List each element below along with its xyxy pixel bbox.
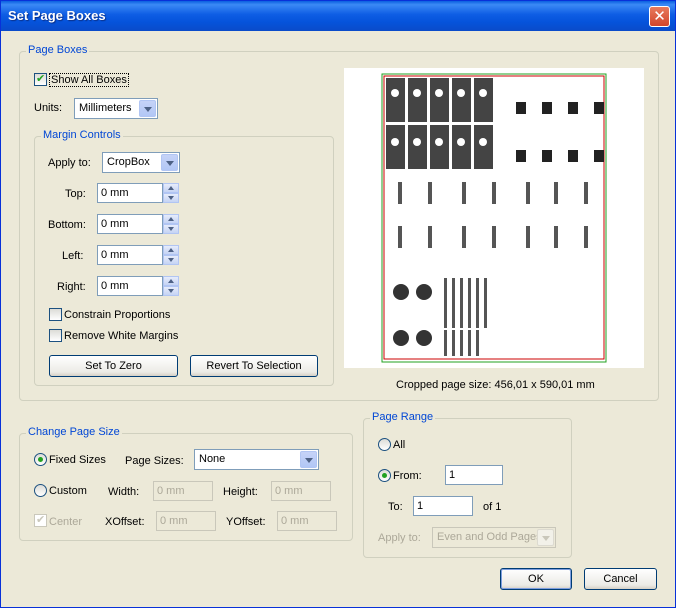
- xoffset-value: 0 mm: [160, 515, 188, 527]
- page-preview-image: [381, 73, 607, 363]
- from-radio[interactable]: [378, 469, 391, 482]
- left-stepper[interactable]: [163, 245, 179, 265]
- right-value: 0 mm: [101, 280, 129, 292]
- down-arrow-icon[interactable]: [163, 193, 179, 203]
- page-sizes-label: Page Sizes:: [125, 455, 184, 467]
- set-to-zero-button[interactable]: Set To Zero: [49, 355, 178, 377]
- change-page-size-legend: Change Page Size: [26, 426, 122, 438]
- height-label: Height:: [223, 486, 258, 498]
- top-stepper[interactable]: [163, 183, 179, 203]
- page-preview: [344, 68, 644, 368]
- xoffset-label: XOffset:: [105, 516, 145, 528]
- units-label: Units:: [34, 102, 63, 114]
- units-value: Millimeters: [79, 102, 132, 114]
- xoffset-input[interactable]: 0 mm: [156, 511, 216, 531]
- all-pages-label[interactable]: All: [393, 439, 405, 451]
- page-sizes-select[interactable]: None: [194, 449, 319, 470]
- chevron-down-icon: [166, 161, 174, 166]
- show-all-boxes-checkbox[interactable]: [34, 72, 47, 86]
- chevron-down-icon: [144, 107, 152, 112]
- left-value: 0 mm: [101, 249, 129, 261]
- top-value: 0 mm: [101, 187, 129, 199]
- dialog-title: Set Page Boxes: [8, 8, 106, 23]
- yoffset-value: 0 mm: [281, 515, 309, 527]
- down-arrow-icon[interactable]: [163, 224, 179, 234]
- apply-to-select[interactable]: CropBox: [102, 152, 180, 173]
- revert-to-selection-button[interactable]: Revert To Selection: [190, 355, 318, 377]
- bottom-stepper[interactable]: [163, 214, 179, 234]
- to-value: 1: [417, 500, 424, 512]
- constrain-proportions-checkbox[interactable]: [49, 308, 62, 321]
- range-apply-to-label: Apply to:: [378, 532, 421, 544]
- up-arrow-icon[interactable]: [163, 183, 179, 193]
- fixed-sizes-label[interactable]: Fixed Sizes: [49, 454, 106, 466]
- right-label: Right:: [57, 281, 86, 293]
- all-pages-radio[interactable]: [378, 438, 391, 451]
- center-label[interactable]: Center: [49, 516, 82, 528]
- left-input[interactable]: 0 mm: [97, 245, 163, 265]
- show-all-boxes-label[interactable]: Show All Boxes: [49, 73, 129, 87]
- yoffset-input[interactable]: 0 mm: [277, 511, 337, 531]
- remove-white-margins-label[interactable]: Remove White Margins: [64, 330, 178, 342]
- top-label: Top:: [65, 188, 86, 200]
- apply-to-label: Apply to:: [48, 157, 91, 169]
- custom-label[interactable]: Custom: [49, 485, 87, 497]
- apply-to-value: CropBox: [107, 156, 150, 168]
- up-arrow-icon[interactable]: [163, 276, 179, 286]
- page-count: of 1: [483, 501, 502, 513]
- up-arrow-icon[interactable]: [163, 245, 179, 255]
- title-bar[interactable]: Set Page Boxes ✕: [1, 1, 675, 31]
- fixed-sizes-radio[interactable]: [34, 453, 47, 466]
- to-label: To:: [388, 501, 403, 513]
- center-checkbox[interactable]: [34, 513, 47, 527]
- from-input[interactable]: 1: [445, 465, 503, 485]
- units-dropdown-button[interactable]: [139, 100, 156, 117]
- page-boxes-legend: Page Boxes: [26, 44, 90, 56]
- down-arrow-icon[interactable]: [163, 255, 179, 265]
- height-value: 0 mm: [275, 485, 303, 497]
- bottom-value: 0 mm: [101, 218, 129, 230]
- from-value: 1: [449, 469, 456, 481]
- from-label[interactable]: From:: [393, 470, 422, 482]
- constrain-proportions-label[interactable]: Constrain Proportions: [64, 309, 170, 321]
- height-input[interactable]: 0 mm: [271, 481, 331, 501]
- chevron-down-icon: [542, 536, 550, 541]
- page-sizes-dropdown-button[interactable]: [300, 451, 317, 468]
- cancel-button[interactable]: Cancel: [584, 568, 657, 590]
- margin-controls-legend: Margin Controls: [41, 129, 123, 141]
- bottom-label: Bottom:: [48, 219, 86, 231]
- left-label: Left:: [62, 250, 84, 262]
- width-value: 0 mm: [157, 485, 185, 497]
- chevron-down-icon: [305, 458, 313, 463]
- custom-radio[interactable]: [34, 484, 47, 497]
- bottom-input[interactable]: 0 mm: [97, 214, 163, 234]
- close-button[interactable]: ✕: [649, 6, 670, 27]
- down-arrow-icon[interactable]: [163, 286, 179, 296]
- remove-white-margins-checkbox[interactable]: [49, 329, 62, 342]
- set-page-boxes-dialog: Set Page Boxes ✕ Page Boxes Show All Box…: [0, 0, 676, 608]
- to-input[interactable]: 1: [413, 496, 473, 516]
- up-arrow-icon[interactable]: [163, 214, 179, 224]
- units-select[interactable]: Millimeters: [74, 98, 158, 119]
- range-apply-to-select[interactable]: Even and Odd Pages: [432, 527, 556, 548]
- yoffset-label: YOffset:: [226, 516, 266, 528]
- width-input[interactable]: 0 mm: [153, 481, 213, 501]
- range-apply-to-dropdown-button[interactable]: [537, 529, 554, 546]
- cropped-page-size: Cropped page size: 456,01 x 590,01 mm: [396, 379, 595, 391]
- close-icon: ✕: [653, 8, 666, 25]
- range-apply-to-value: Even and Odd Pages: [437, 531, 542, 543]
- page-range-legend: Page Range: [370, 411, 436, 423]
- page-sizes-value: None: [199, 453, 226, 465]
- width-label: Width:: [108, 486, 140, 498]
- apply-to-dropdown-button[interactable]: [161, 154, 178, 171]
- right-input[interactable]: 0 mm: [97, 276, 163, 296]
- top-input[interactable]: 0 mm: [97, 183, 163, 203]
- ok-button[interactable]: OK: [500, 568, 572, 590]
- right-stepper[interactable]: [163, 276, 179, 296]
